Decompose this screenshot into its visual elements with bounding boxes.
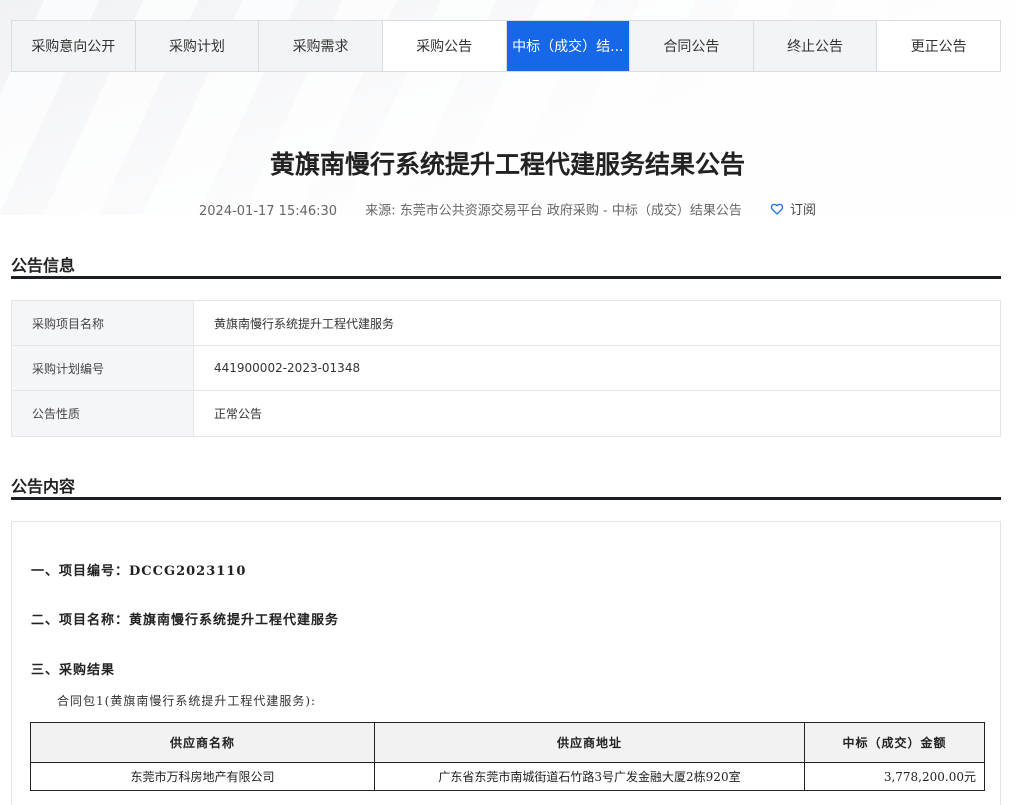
procurement-result-heading: 三、采购结果 [31, 663, 116, 678]
package-line: 合同包1(黄旗南慢行系统提升工程代建服务): [57, 694, 317, 708]
tab-correction-notice[interactable]: 更正公告 [877, 21, 1000, 71]
source-value: 东莞市公共资源交易平台 政府采购 - 中标（成交）结果公告 [399, 203, 742, 219]
page-title: 黄旗南慢行系统提升工程代建服务结果公告 [269, 150, 745, 179]
info-row: 采购项目名称 黄旗南慢行系统提升工程代建服务 [12, 301, 1000, 346]
info-row: 采购计划编号 441900002-2023-01348 [12, 346, 1000, 391]
column-header-address: 供应商地址 [374, 722, 805, 763]
subscribe-label: 订阅 [789, 203, 816, 218]
announcement-type-tabs: 采购意向公开 采购计划 采购需求 采购公告 中标（成交）结... 合同公告 终止… [11, 20, 1001, 72]
heart-icon [770, 203, 784, 215]
info-key: 采购计划编号 [12, 346, 194, 390]
info-row: 公告性质 正常公告 [12, 391, 1000, 436]
project-number-line: 一、项目编号：DCCG2023110 [31, 564, 247, 579]
announcement-content: 一、项目编号：DCCG2023110 二、项目名称：黄旗南慢行系统提升工程代建服… [11, 521, 1001, 805]
award-amount-cell: 3,778,200.00元 [804, 762, 985, 791]
supplier-address-cell: 广东省东莞市南城街道石竹路3号广发金融大厦2栋920室 [374, 762, 805, 791]
tab-procurement-intention[interactable]: 采购意向公开 [12, 21, 136, 71]
section-heading-content: 公告内容 [11, 473, 1001, 500]
info-key: 采购项目名称 [12, 301, 194, 345]
info-value: 黄旗南慢行系统提升工程代建服务 [214, 316, 395, 331]
info-key: 公告性质 [12, 391, 194, 436]
supplier-name-cell: 东莞市万科房地产有限公司 [30, 762, 375, 791]
tab-award-result[interactable]: 中标（成交）结... [506, 21, 631, 71]
tab-procurement-demand[interactable]: 采购需求 [259, 21, 383, 71]
tab-contract-notice[interactable]: 合同公告 [630, 21, 754, 71]
result-table-header: 供应商名称 供应商地址 中标（成交）金额 [30, 722, 985, 763]
section-heading-info: 公告信息 [11, 252, 1001, 279]
info-table: 采购项目名称 黄旗南慢行系统提升工程代建服务 采购计划编号 441900002-… [11, 300, 1001, 437]
publish-datetime: 2024-01-17 15:46:30 [199, 203, 338, 219]
tab-termination-notice[interactable]: 终止公告 [754, 21, 878, 71]
tab-procurement-plan[interactable]: 采购计划 [136, 21, 260, 71]
subscribe-button[interactable]: 订阅 [770, 199, 816, 218]
source-label: 来源: [365, 203, 396, 219]
article-meta: 2024-01-17 15:46:30 来源: 东莞市公共资源交易平台 政府采购… [0, 199, 1015, 219]
table-row: 东莞市万科房地产有限公司 广东省东莞市南城街道石竹路3号广发金融大厦2栋920室… [30, 762, 985, 791]
result-table: 供应商名称 供应商地址 中标（成交）金额 东莞市万科房地产有限公司 广东省东莞市… [30, 722, 985, 791]
column-header-supplier: 供应商名称 [30, 722, 375, 763]
tab-procurement-notice[interactable]: 采购公告 [382, 21, 507, 71]
info-value: 正常公告 [214, 407, 263, 421]
project-name-line: 二、项目名称：黄旗南慢行系统提升工程代建服务 [31, 613, 340, 628]
info-value: 441900002-2023-01348 [214, 361, 361, 375]
column-header-amount: 中标（成交）金额 [804, 722, 985, 763]
